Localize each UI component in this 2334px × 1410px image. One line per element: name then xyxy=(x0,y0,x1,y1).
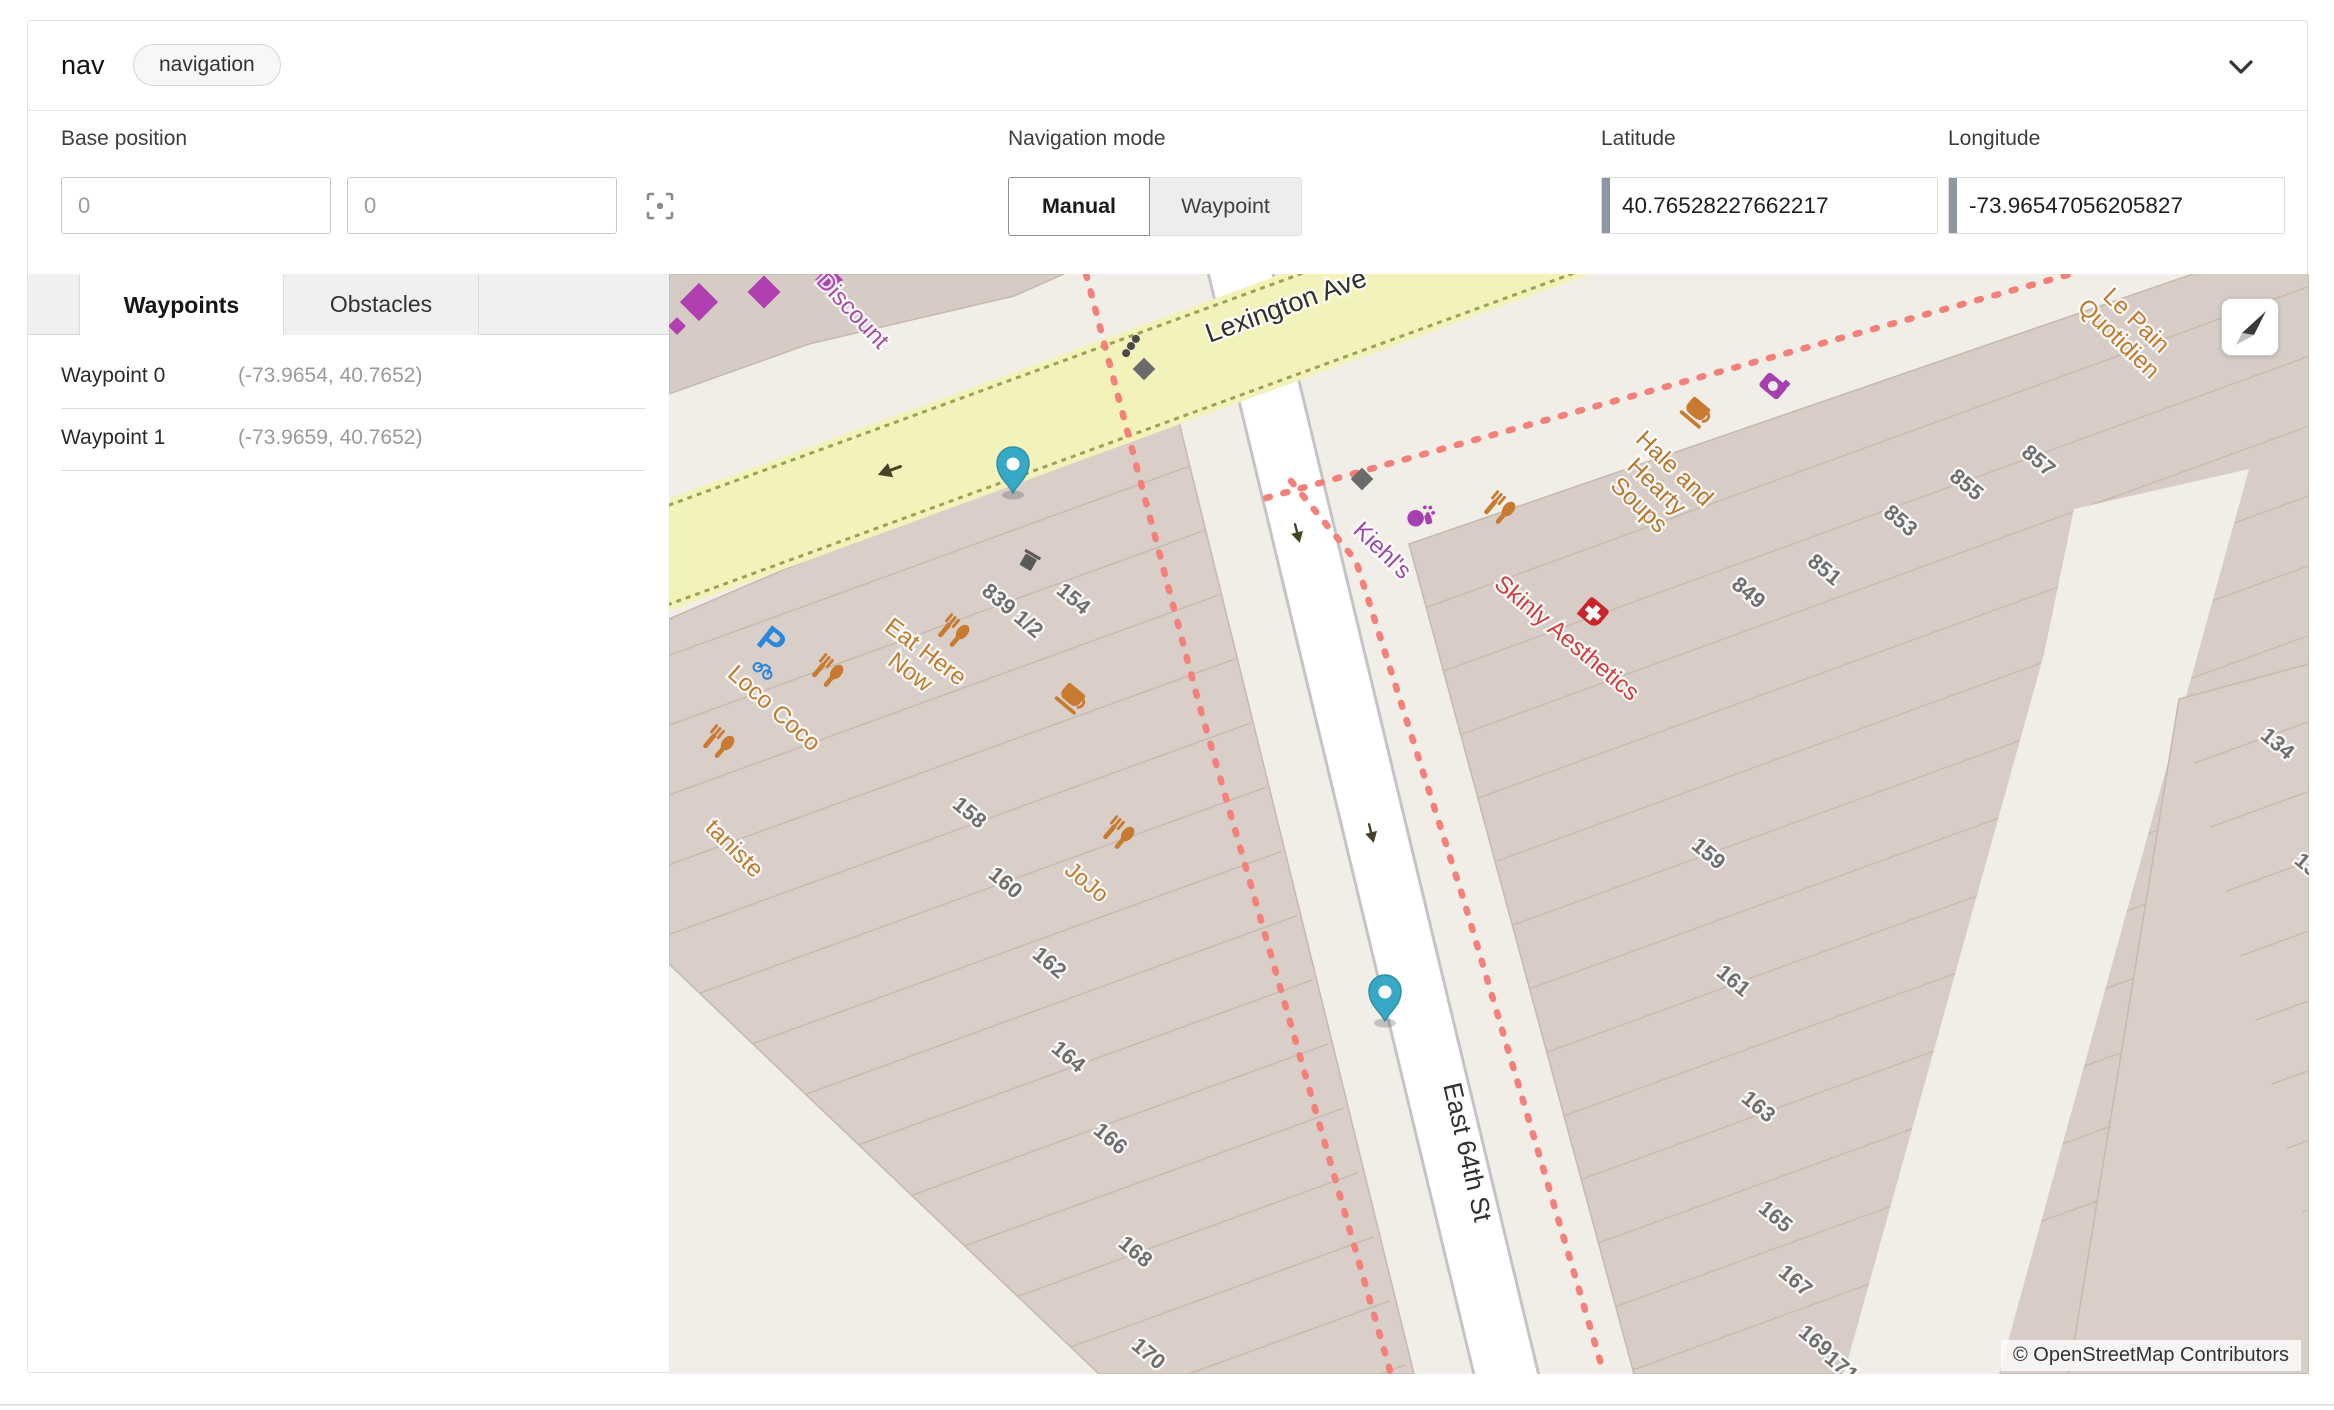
section-divider xyxy=(0,1404,2334,1406)
waypoint-list-item[interactable]: Waypoint 0 (-73.9654, 40.7652) xyxy=(28,347,669,409)
longitude-accent-bar xyxy=(1949,178,1957,233)
map-canvas[interactable]: P Lexington AveEast 64th StDiscountEat H… xyxy=(669,274,2309,1374)
longitude-label: Longitude xyxy=(1948,127,2040,151)
latitude-accent-bar xyxy=(1602,178,1610,233)
app-screen: nav navigation Base position xyxy=(0,0,2334,1410)
tabbar: Waypoints Obstacles xyxy=(28,274,669,335)
chevron-down-icon xyxy=(2221,75,2261,90)
tab-obstacles[interactable]: Obstacles xyxy=(284,274,479,335)
base-position-label: Base position xyxy=(61,127,187,151)
module-title: nav xyxy=(61,21,105,109)
map-attribution: © OpenStreetMap Contributors xyxy=(2001,1340,2301,1371)
navigation-mode-label: Navigation mode xyxy=(1008,127,1166,151)
latitude-field xyxy=(1601,177,1938,234)
longitude-input[interactable] xyxy=(1957,178,2284,233)
latitude-label: Latitude xyxy=(1601,127,1676,151)
module-type-badge: navigation xyxy=(133,44,281,86)
base-position-x-input[interactable] xyxy=(61,177,331,234)
card-header: nav navigation xyxy=(28,21,2307,111)
longitude-field xyxy=(1948,177,2285,234)
collapse-button[interactable] xyxy=(2221,47,2261,87)
pick-position-button[interactable] xyxy=(641,187,679,225)
waypoint-list-item[interactable]: Waypoint 1 (-73.9659, 40.7652) xyxy=(28,409,669,471)
latitude-input[interactable] xyxy=(1610,178,1937,233)
waypoint-name: Waypoint 0 xyxy=(61,364,165,388)
tabbar-spacer xyxy=(28,274,79,334)
mode-manual-button[interactable]: Manual xyxy=(1008,177,1150,236)
base-position-y-input[interactable] xyxy=(347,177,617,234)
navigation-mode-toggle: Manual Waypoint xyxy=(1008,177,1302,236)
map-graphics: P Lexington AveEast 64th StDiscountEat H… xyxy=(669,274,2309,1374)
nav-module-card: nav navigation Base position xyxy=(27,20,2308,1373)
waypoint-name: Waypoint 1 xyxy=(61,426,165,450)
crosshair-target-icon xyxy=(641,213,679,228)
compass-button[interactable] xyxy=(2221,298,2279,356)
tabbar-filler xyxy=(479,274,669,334)
waypoint-coords: (-73.9654, 40.7652) xyxy=(238,364,422,388)
waypoint-coords: (-73.9659, 40.7652) xyxy=(238,426,422,450)
tab-waypoints[interactable]: Waypoints xyxy=(79,274,284,337)
waypoints-panel: Waypoint 0 (-73.9654, 40.7652) Waypoint … xyxy=(28,335,669,1372)
mode-waypoint-button[interactable]: Waypoint xyxy=(1150,177,1302,236)
